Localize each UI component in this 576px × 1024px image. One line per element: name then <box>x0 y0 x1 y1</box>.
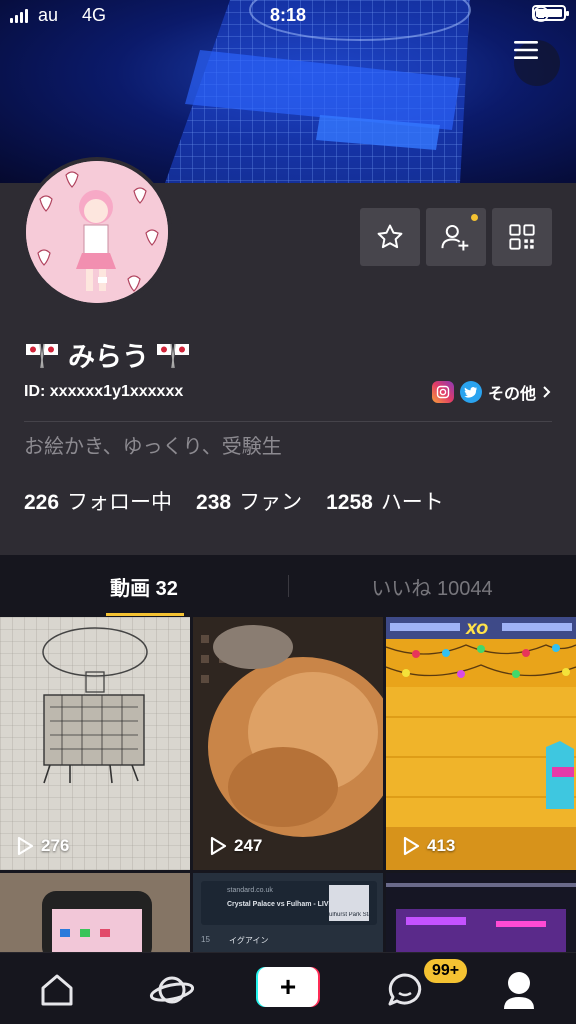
play-count-value: 276 <box>41 836 70 855</box>
play-icon <box>210 836 227 856</box>
stat-label: ハート <box>380 491 444 514</box>
stats-row: 226 フォロー中 238 ファン 1258 ハート <box>24 486 444 516</box>
sketch-thumbnail-image <box>0 617 190 870</box>
battery-icon <box>532 5 569 21</box>
avatar[interactable] <box>22 157 172 307</box>
video-thumbnail[interactable]: XO 413 <box>386 617 576 870</box>
menu-button[interactable] <box>514 40 560 86</box>
play-count: 247 <box>209 836 262 856</box>
chat-icon <box>388 973 422 1006</box>
notification-dot <box>471 214 478 221</box>
video-thumbnail[interactable] <box>386 873 576 952</box>
nav-discover[interactable] <box>147 965 197 1015</box>
comment-user: イグアイン <box>229 936 269 945</box>
link-card: standard.co.uk Crystal Palace vs Fulham … <box>201 881 377 925</box>
video-thumbnail[interactable]: 276 <box>0 617 190 870</box>
stat-following[interactable]: 226 フォロー中 <box>24 486 172 516</box>
link-thumb-caption: ulhurst Park Stadi <box>329 912 369 918</box>
name-row: みらう <box>24 335 193 374</box>
japan-flags-icon <box>26 343 58 368</box>
chevron-right-icon <box>543 386 551 398</box>
bio: お絵かき、ゆっくり、受験生 <box>24 436 282 458</box>
content-tabs: 動画 32 いいね 10044 <box>0 555 576 617</box>
tab-likes[interactable]: いいね 10044 <box>288 555 576 617</box>
profile-banner: au 4G 8:18 <box>0 0 576 183</box>
stat-value: 226 <box>24 491 60 514</box>
comment-num: 15 <box>201 935 210 944</box>
message-badge: 99+ <box>424 959 468 983</box>
play-count: 276 <box>16 836 69 856</box>
profile-section: みらう ID: xxxxxx1y1xxxxxx その他 お絵かき、ゆっくり、受験… <box>0 157 576 555</box>
avatar-illustration <box>26 161 168 303</box>
play-icon <box>403 836 420 856</box>
active-tab-indicator <box>106 613 184 616</box>
link-headline: Crystal Palace vs Fulham - LIVE! <box>227 901 336 908</box>
stat-label: フォロー中 <box>67 491 173 514</box>
twitter-icon[interactable] <box>459 381 482 403</box>
home-icon <box>41 974 73 1006</box>
qr-code-icon <box>509 224 535 250</box>
video-thumbnail[interactable] <box>0 873 190 952</box>
play-count: 413 <box>402 836 455 856</box>
stat-fans[interactable]: 238 ファン <box>196 486 302 516</box>
video-thumbnail[interactable]: standard.co.uk Crystal Palace vs Fulham … <box>193 873 383 952</box>
stat-label: ファン <box>239 491 303 514</box>
add-user-icon <box>441 224 469 251</box>
link-thumbnail: ulhurst Park Stadi <box>329 885 369 921</box>
qr-code-button[interactable] <box>492 208 552 266</box>
play-count-value: 413 <box>427 836 456 855</box>
nav-home[interactable] <box>32 965 82 1015</box>
divider <box>24 421 552 422</box>
add-friend-button[interactable] <box>426 208 486 266</box>
profile-icon <box>504 972 534 1009</box>
user-id[interactable]: ID: xxxxxx1y1xxxxxx <box>24 383 183 401</box>
tab-videos[interactable]: 動画 32 <box>0 555 288 617</box>
night-thumbnail-image <box>386 873 576 952</box>
video-thumbnail[interactable]: 247 <box>193 617 383 870</box>
hamburger-icon <box>514 41 538 59</box>
nav-profile[interactable] <box>494 965 544 1015</box>
japan-flags-icon <box>157 343 189 368</box>
more-links-label[interactable]: その他 <box>488 380 536 404</box>
phone-thumbnail-image <box>0 873 190 952</box>
create-button[interactable]: + <box>256 967 320 1007</box>
game-thumbnail-image: XO <box>386 617 576 870</box>
display-name: みらう <box>68 342 149 372</box>
video-grid: 276 247 XO 413 standard.co.uk Crystal Pa… <box>0 617 576 952</box>
cat-thumbnail-image <box>193 617 383 870</box>
game-label-text: XO <box>465 622 488 638</box>
plus-icon: + <box>258 967 318 1007</box>
carrier: au <box>38 5 59 25</box>
social-links[interactable]: その他 <box>431 380 552 404</box>
network-type: 4G <box>82 5 107 25</box>
play-count-value: 247 <box>234 836 263 855</box>
signal-icon <box>10 8 28 23</box>
status-bar: au 4G 8:18 <box>0 0 576 32</box>
favorite-button[interactable] <box>360 208 420 266</box>
stat-hearts[interactable]: 1258 ハート <box>326 486 444 516</box>
nav-messages[interactable] <box>380 965 430 1015</box>
instagram-icon[interactable] <box>431 381 454 403</box>
link-site: standard.co.uk <box>227 887 273 894</box>
star-icon <box>377 224 403 249</box>
play-icon <box>17 836 34 856</box>
bottom-nav: + 99+ <box>0 952 576 1024</box>
stat-value: 238 <box>196 491 232 514</box>
planet-icon <box>149 976 195 1004</box>
stat-value: 1258 <box>326 491 373 514</box>
